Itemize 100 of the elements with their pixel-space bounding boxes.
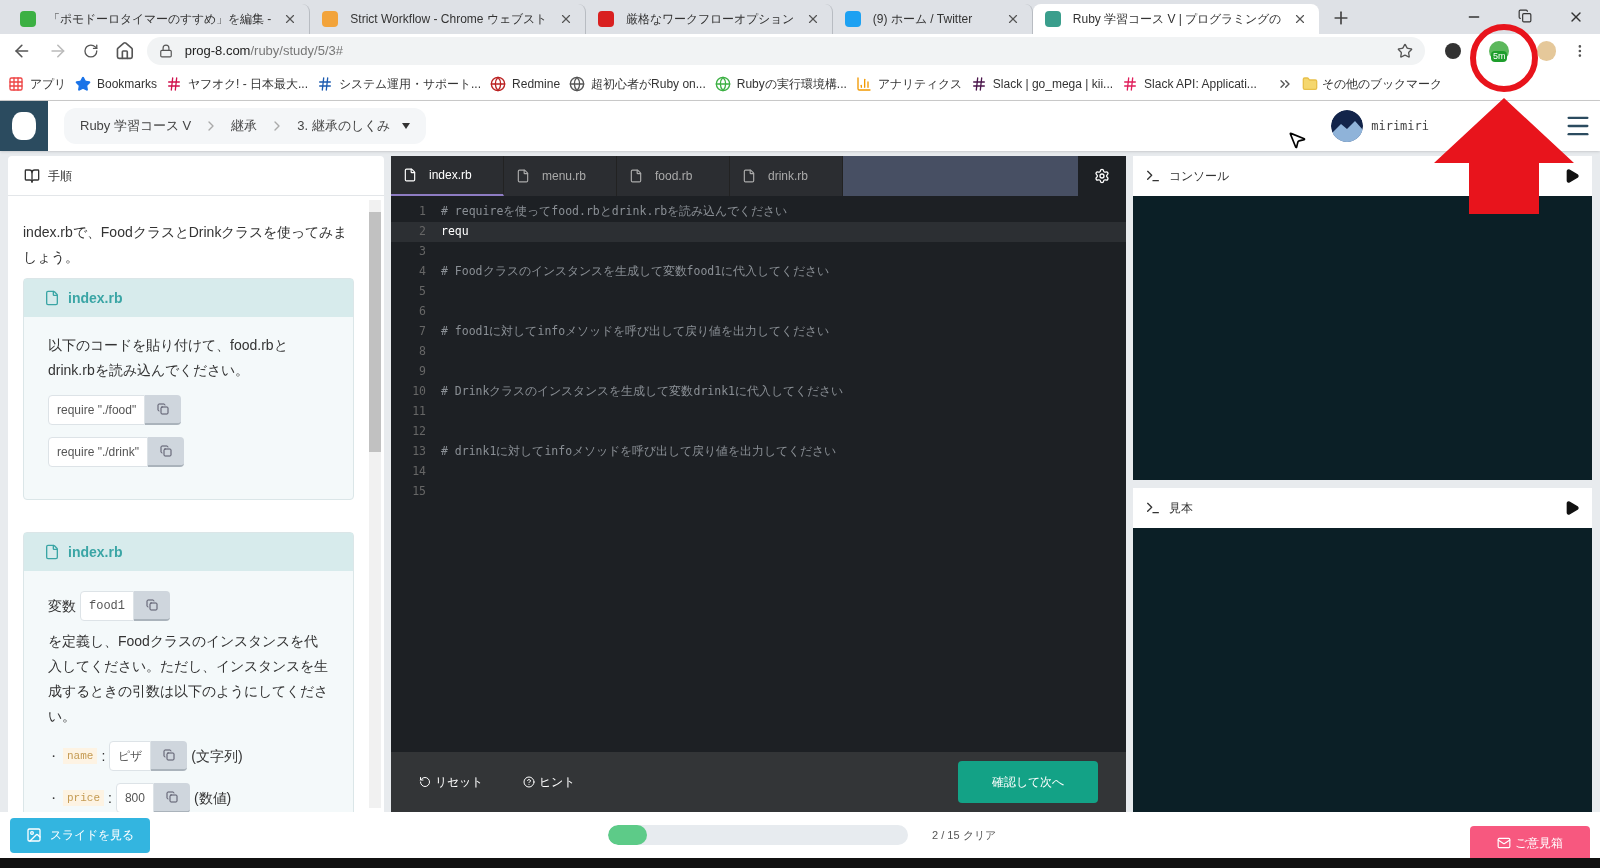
line-number: 5 [418, 283, 426, 301]
copy-icon [165, 791, 178, 803]
bullet: ・ [48, 748, 59, 764]
copy-button[interactable] [151, 741, 188, 771]
progress-label: 2 / 15 クリア [932, 827, 996, 843]
reload-icon[interactable] [83, 43, 100, 59]
annotation-circle [1470, 24, 1538, 92]
reset-icon [419, 776, 431, 788]
bookmark[interactable]: Slack | go_mega | kii... [970, 75, 1114, 93]
line-number: 1 [418, 203, 426, 221]
star-icon[interactable] [1397, 43, 1414, 59]
mail-icon [1497, 836, 1511, 850]
browser-tab[interactable]: (9) ホーム / Twitter [832, 4, 1033, 34]
file-tab[interactable]: menu.rb [504, 156, 617, 196]
panel-title: コンソール [1169, 168, 1229, 185]
user-avatar[interactable] [1331, 110, 1364, 142]
copy-icon [159, 445, 172, 457]
terminal-icon [1145, 168, 1161, 184]
bookmark[interactable]: Rubyの実行環境構... [714, 75, 847, 93]
bar-chart-icon [855, 76, 872, 92]
user-name[interactable]: mirimiri [1371, 117, 1429, 135]
hint-button[interactable]: ヒント [523, 773, 575, 791]
code-line: # drink1に対してinfoメソッドを呼び出して戻り値を出力してください [441, 443, 837, 461]
copy-icon [157, 403, 170, 415]
step-text: を定義し、Foodクラスのインスタンスを代入してください。ただし、インスタンスを生成するときの引数は以下のようにしてください。 [48, 632, 329, 726]
image-icon [26, 827, 42, 843]
timer-badge: 5m [1490, 51, 1508, 62]
line-number: 14 [411, 463, 426, 481]
code-snippet: food1 [80, 591, 134, 621]
star-icon [75, 76, 91, 92]
bookmark[interactable]: システム運用・サポート... [317, 75, 482, 93]
file-icon [516, 169, 530, 183]
play-icon[interactable] [1564, 500, 1580, 516]
line-number: 11 [411, 403, 426, 421]
code-snippet: require "./food" [48, 395, 146, 425]
tab-title: Strict Workflow - Chrome ウェブスト [350, 11, 547, 28]
bookmark[interactable]: アプリ [8, 75, 66, 93]
site-logo[interactable] [0, 101, 48, 151]
intro-text: index.rbで、FoodクラスとDrinkクラスを使ってみましょう。 [23, 223, 349, 267]
step-file-name: index.rb [68, 288, 123, 308]
lock-icon [158, 44, 173, 58]
param-type: (文字列) [191, 746, 243, 766]
file-tab[interactable]: food.rb [617, 156, 730, 196]
copy-button[interactable] [145, 395, 182, 425]
browser-tab[interactable]: 「ポモドーロタイマーのすすめ」を編集 - [8, 4, 311, 34]
step-file-name: index.rb [68, 542, 123, 562]
extension-icon[interactable]: 5m [1488, 41, 1509, 61]
file-icon [44, 290, 60, 306]
breadcrumb-link[interactable]: 3. 継承のしくみ [297, 116, 390, 136]
colon: : [108, 788, 112, 808]
profile-avatar[interactable] [1536, 41, 1557, 61]
code-line: # food1に対してinfoメソッドを呼び出して戻り値を出力してください [441, 323, 830, 341]
settings-button[interactable] [1078, 156, 1126, 196]
home-icon[interactable] [115, 41, 135, 61]
browser-tab[interactable]: 厳格なワークフローオプション [585, 4, 833, 34]
bookmark-folder[interactable]: その他のブックマーク [1302, 75, 1442, 93]
cursor-icon [1287, 130, 1307, 150]
code-line: # Foodクラスのインスタンスを生成して変数food1に代入してください [441, 263, 830, 281]
bookmark[interactable]: アナリティクス [855, 75, 962, 93]
step-text: 変数 [48, 596, 76, 616]
browser-tab[interactable]: Ruby 学習コース V | プログラミングの [1032, 4, 1320, 34]
bookmark[interactable]: Bookmarks [75, 75, 158, 93]
file-tab[interactable]: drink.rb [730, 156, 843, 196]
tab-title: 厳格なワークフローオプション [625, 11, 794, 28]
file-tab[interactable]: index.rb [391, 156, 504, 196]
line-number: 13 [411, 443, 426, 461]
line-number: 9 [418, 363, 426, 381]
copy-icon [146, 599, 158, 611]
code-line: # requireを使ってfood.rbとdrink.rbを読み込んでください [441, 203, 788, 221]
bookmark[interactable]: ヤフオク! - 日本最大... [166, 75, 309, 93]
file-icon [742, 169, 756, 183]
help-icon [523, 776, 535, 788]
terminal-icon [1145, 500, 1161, 516]
panel-title: 見本 [1169, 500, 1193, 517]
caret-icon[interactable] [401, 123, 410, 129]
bookmark[interactable]: 超初心者がRuby on... [569, 75, 706, 93]
reset-button[interactable]: リセット [419, 773, 483, 791]
bookmark[interactable]: Redmine [490, 75, 561, 93]
param-name: price [63, 789, 104, 807]
tab-title: 「ポモドーロタイマーのすすめ」を編集 - [48, 11, 272, 28]
tab-title: Ruby 学習コース V | プログラミングの [1072, 11, 1282, 28]
step-text: 以下のコードを貼り付けて、food.rbとdrink.rbを読み込んでください。 [48, 336, 289, 380]
settings-icon [1094, 168, 1110, 184]
bookmark[interactable]: Slack API: Applicati... [1122, 75, 1257, 93]
address-bar[interactable]: prog-8.com/ruby/study/5/3# [146, 37, 1426, 65]
browser-tab[interactable]: Strict Workflow - Chrome ウェブスト [310, 4, 586, 34]
grid-icon [8, 76, 24, 92]
line-number: 4 [418, 263, 426, 281]
param-name: name [63, 747, 98, 765]
colon: : [101, 746, 106, 766]
restore-icon[interactable] [1518, 9, 1532, 23]
extension-icon[interactable] [1445, 43, 1461, 59]
copy-icon [163, 749, 176, 761]
scrollbar[interactable] [369, 200, 381, 808]
line-number: 6 [418, 303, 426, 321]
breadcrumb-link[interactable]: 継承 [231, 116, 258, 136]
breadcrumb-link[interactable]: Ruby 学習コース V [80, 116, 192, 136]
play-icon[interactable] [1564, 168, 1580, 184]
bullet: ・ [48, 790, 59, 806]
panel-title: 手順 [48, 167, 72, 185]
